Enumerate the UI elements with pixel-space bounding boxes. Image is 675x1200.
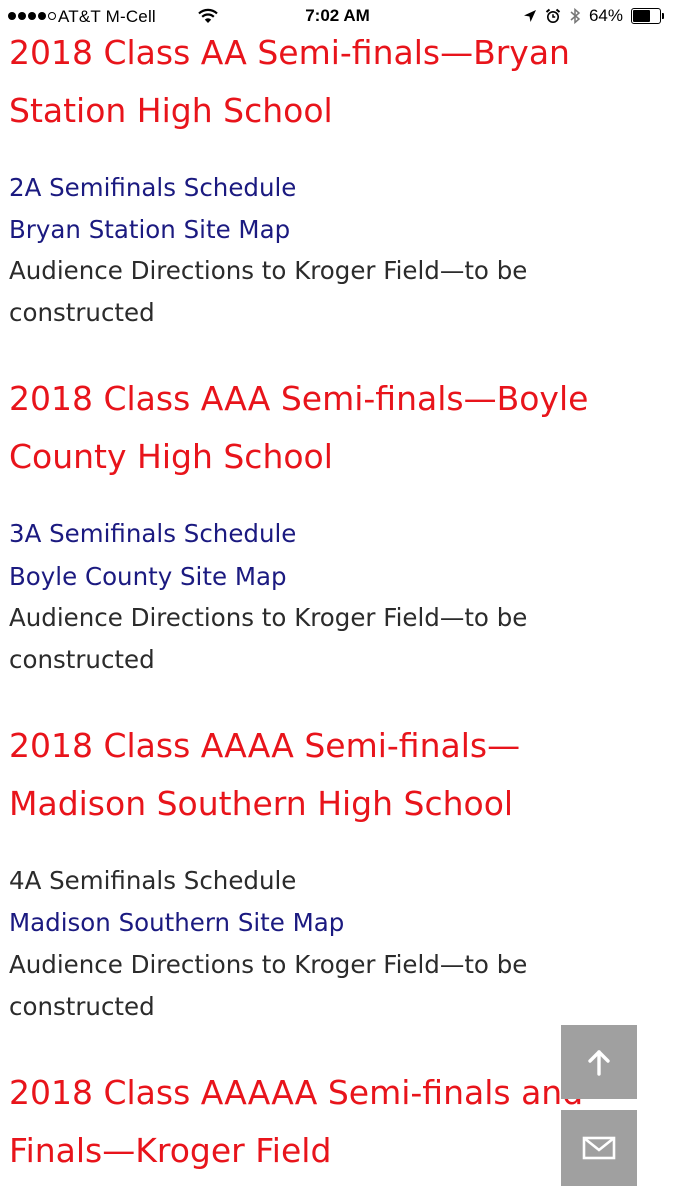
heading-line: Madison Southern High School: [9, 784, 514, 823]
section-heading-class-aaa: 2018 Class AAA Semi-finals—Boyle County …: [9, 370, 649, 486]
directions-text: constructed: [9, 992, 155, 1021]
section-heading-class-aaaaa: 2018 Class AAAAA Semi-finals and Finals—…: [9, 1064, 649, 1180]
site-map-link-bryan-station[interactable]: Bryan Station Site Map: [9, 209, 290, 251]
heading-line: Station High School: [9, 91, 333, 130]
envelope-icon: [582, 1136, 616, 1160]
location-arrow-icon: [523, 10, 536, 22]
section-heading-class-aa: 2018 Class AA Semi-finals—Bryan Station …: [9, 24, 649, 140]
heading-line: Finals—Kroger Field: [9, 1131, 332, 1170]
section-heading-class-aaaa: 2018 Class AAAA Semi-finals— Madison Sou…: [9, 717, 649, 833]
site-map-link-madison-southern[interactable]: Madison Southern Site Map: [9, 902, 344, 944]
battery-icon: [631, 8, 665, 24]
back-to-top-button[interactable]: [561, 1025, 637, 1099]
heading-line: 2018 Class AAAAA Semi-finals and: [9, 1073, 584, 1112]
status-icons: 64%: [523, 6, 665, 26]
schedule-link-2a[interactable]: 2A Semifinals Schedule: [9, 167, 296, 209]
directions-text: constructed: [9, 298, 155, 327]
site-map-link-boyle-county[interactable]: Boyle County Site Map: [9, 556, 287, 598]
alarm-clock-icon: [545, 8, 561, 23]
arrow-up-icon: [588, 1050, 610, 1076]
schedule-text-4a: 4A Semifinals Schedule: [9, 866, 297, 895]
schedule-link-3a[interactable]: 3A Semifinals Schedule: [9, 513, 296, 555]
email-contact-button[interactable]: [561, 1110, 637, 1186]
directions-text: Audience Directions to Kroger Field—to b…: [9, 950, 528, 979]
directions-text: constructed: [9, 645, 155, 674]
heading-line: 2018 Class AA Semi-finals—Bryan: [9, 33, 570, 72]
bluetooth-icon: [570, 7, 581, 25]
directions-text: Audience Directions to Kroger Field—to b…: [9, 256, 528, 285]
heading-line: 2018 Class AAAA Semi-finals—: [9, 726, 521, 765]
status-bar: AT&T M-Cell 7:02 AM 64%: [0, 0, 675, 34]
heading-line: 2018 Class AAA Semi-finals—Boyle: [9, 379, 589, 418]
battery-percent: 64%: [588, 6, 623, 25]
directions-text: Audience Directions to Kroger Field—to b…: [9, 603, 528, 632]
screen: AT&T M-Cell 7:02 AM 64% 2018 Class AA Se…: [0, 0, 675, 1200]
heading-line: County High School: [9, 437, 333, 476]
